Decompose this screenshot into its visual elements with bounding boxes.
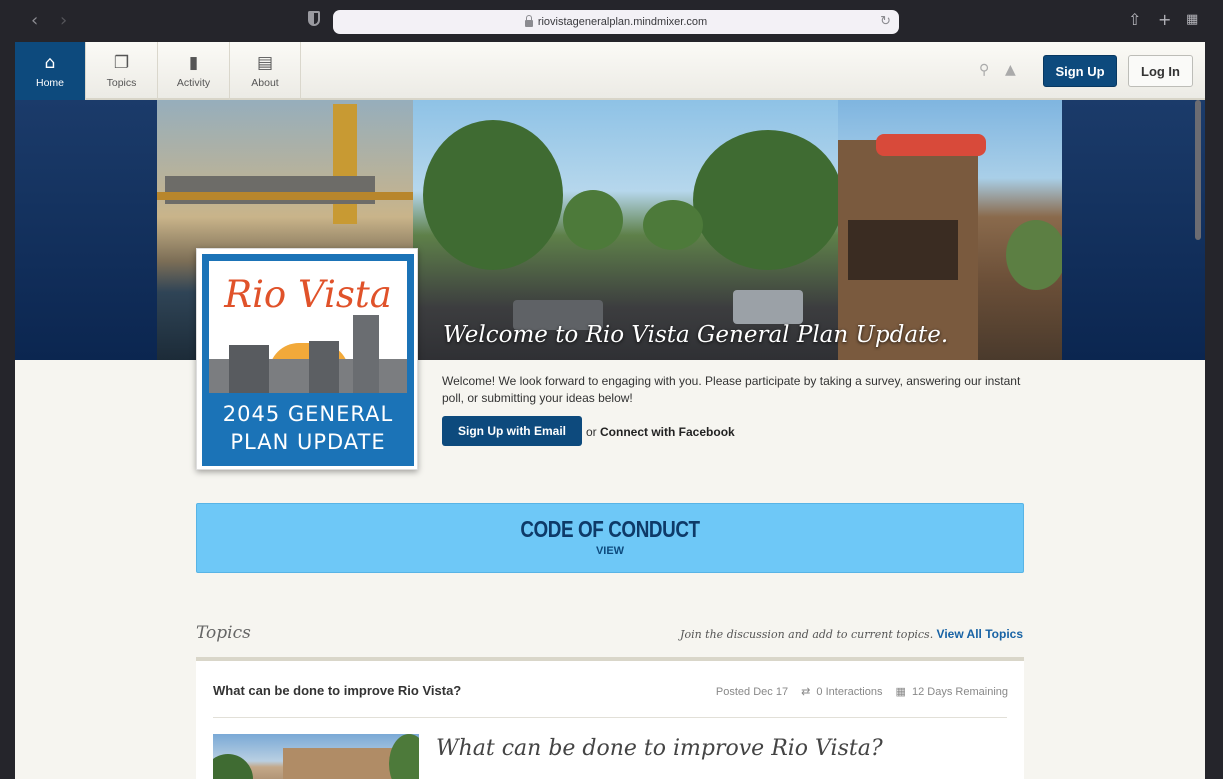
topics-heading: Topics (196, 623, 251, 643)
topic-title[interactable]: What can be done to improve Rio Vista? (213, 683, 461, 698)
welcome-title: Welcome to Rio Vista General Plan Update… (443, 322, 949, 348)
nav-topics-label: Topics (106, 77, 137, 89)
nav-topics[interactable]: ❐ Topics (86, 42, 158, 100)
home-icon: ⌂ (44, 53, 56, 73)
topic-card[interactable]: What can be done to improve Rio Vista? P… (196, 657, 1024, 779)
interactions-count: 0 Interactions (816, 686, 883, 698)
web-page: ⌂ Home ❐ Topics ▮ Activity ▤ About ⚲ ▲ S… (15, 42, 1205, 779)
tab-overview-icon[interactable]: ▦ (1186, 12, 1198, 27)
code-of-conduct-banner[interactable]: CODE OF CONDUCT VIEW (196, 503, 1024, 573)
posted-date: Posted Dec 17 (715, 686, 789, 698)
calendar-icon: ▦ (895, 686, 906, 698)
nav-activity-label: Activity (176, 77, 211, 89)
nav-activity[interactable]: ▮ Activity (158, 42, 230, 100)
lock-icon (524, 14, 533, 27)
nav-home[interactable]: ⌂ Home (15, 42, 86, 100)
back-icon[interactable]: ‹ (31, 10, 38, 31)
login-button[interactable]: Log In (1128, 55, 1193, 87)
nav-home-label: Home (35, 77, 64, 89)
topic-image[interactable] (213, 734, 419, 779)
facebook-connect: or Connect with Facebook (586, 425, 735, 439)
megaphone-icon[interactable]: ▲ (1005, 62, 1016, 78)
search-icon[interactable]: ⚲ (979, 62, 989, 78)
topics-icon: ❐ (113, 53, 130, 73)
browser-toolbar: ‹ › riovistageneralplan.mindmixer.com ↻ … (0, 0, 1223, 42)
topics-cta-text: Join the discussion and add to current t… (680, 628, 934, 641)
or-text: or (586, 425, 597, 439)
document-icon: ▤ (256, 53, 274, 73)
signup-button[interactable]: Sign Up (1043, 55, 1117, 87)
site-navigation: ⌂ Home ❐ Topics ▮ Activity ▤ About ⚲ ▲ S… (15, 42, 1205, 100)
logo-line-1: 2045 GENERAL (222, 402, 394, 426)
rio-vista-logo: Rio Vista 2045 GENERAL PLAN UPDATE (196, 248, 418, 470)
privacy-shield-icon[interactable] (308, 11, 320, 26)
reload-icon[interactable]: ↻ (880, 14, 891, 29)
divider (213, 717, 1007, 718)
nav-about[interactable]: ▤ About (230, 42, 301, 100)
interactions-icon: ⇄ (801, 686, 811, 698)
new-tab-icon[interactable]: + (1158, 10, 1171, 29)
signup-email-button[interactable]: Sign Up with Email (442, 416, 582, 446)
code-of-conduct-view-link[interactable]: VIEW (197, 545, 1023, 557)
address-bar[interactable]: riovistageneralplan.mindmixer.com ↻ (333, 10, 899, 34)
main-street-photo (413, 100, 838, 360)
days-remaining: 12 Days Remaining (912, 686, 1008, 698)
code-of-conduct-title: CODE OF CONDUCT (520, 516, 700, 542)
url-text: riovistageneralplan.mindmixer.com (537, 16, 708, 28)
activity-icon: ▮ (188, 53, 199, 73)
forward-icon[interactable]: › (60, 10, 67, 31)
welcome-text: Welcome! We look forward to engaging wit… (442, 374, 1021, 405)
logo-line-2: PLAN UPDATE (230, 430, 386, 454)
cafe-photo (838, 100, 1062, 360)
share-icon[interactable]: ⇧ (1128, 10, 1141, 29)
page-scrollbar[interactable] (1195, 100, 1201, 240)
topic-subtitle: What can be done to improve Rio Vista? (436, 736, 883, 761)
nav-about-label: About (251, 77, 279, 89)
connect-facebook-link[interactable]: Connect with Facebook (600, 425, 735, 439)
topic-meta: Posted Dec 17 ⇄ 0 Interactions ▦ 12 Days… (708, 685, 1008, 698)
logo-script-text: Rio Vista (224, 273, 392, 316)
topics-cta: Join the discussion and add to current t… (671, 627, 1023, 641)
view-all-topics-link[interactable]: View All Topics (937, 627, 1023, 641)
